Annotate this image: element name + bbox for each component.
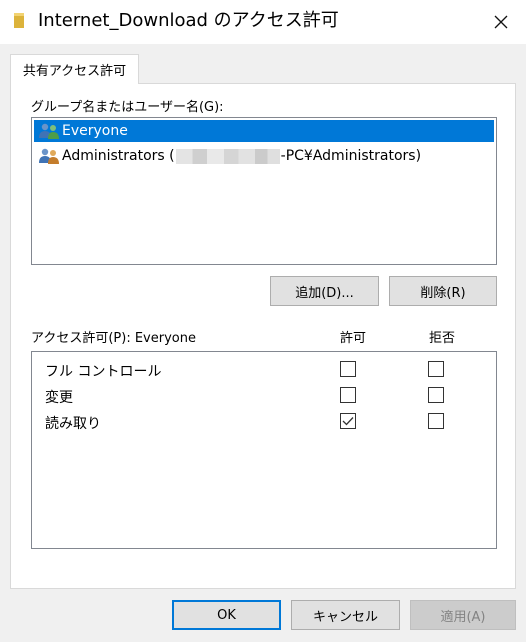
- allow-checkbox-full-control[interactable]: [340, 361, 356, 377]
- close-button[interactable]: [476, 0, 526, 44]
- permissions-panel: グループ名またはユーザー名(G): Everyone Administrator…: [10, 83, 516, 589]
- tab-label: 共有アクセス許可: [22, 64, 127, 79]
- folder-icon: [14, 13, 24, 28]
- title-bar: Internet_Download のアクセス許可: [0, 0, 526, 44]
- deny-checkbox-read[interactable]: [428, 413, 444, 429]
- ok-button[interactable]: OK: [172, 600, 281, 630]
- deny-header: 拒否: [429, 331, 456, 346]
- list-item-suffix: -PC¥Administrators): [280, 148, 422, 164]
- window-title: Internet_Download のアクセス許可: [38, 10, 339, 31]
- allow-checkbox-read[interactable]: [340, 413, 356, 429]
- groups-label: グループ名またはユーザー名(G):: [31, 100, 224, 115]
- check-icon: [342, 417, 354, 426]
- redacted-block: [175, 148, 280, 164]
- close-icon: [494, 15, 508, 29]
- list-item-everyone[interactable]: Everyone: [34, 120, 494, 142]
- tab-share-permissions[interactable]: 共有アクセス許可: [10, 54, 139, 84]
- permission-row-change: 変更: [32, 383, 496, 409]
- add-button[interactable]: 追加(D)...: [270, 276, 379, 306]
- remove-button[interactable]: 削除(R): [389, 276, 497, 306]
- permission-row-full-control: フル コントロール: [32, 357, 496, 383]
- list-item-administrators[interactable]: Administrators ( -PC¥Administrators): [34, 145, 421, 167]
- permission-name: 変更: [45, 390, 73, 406]
- user-group-icon: [39, 148, 59, 164]
- permission-name: 読み取り: [45, 416, 101, 432]
- deny-checkbox-change[interactable]: [428, 387, 444, 403]
- allow-checkbox-change[interactable]: [340, 387, 356, 403]
- list-item-prefix: Administrators (: [62, 148, 175, 164]
- permissions-list: フル コントロール 変更 読み取り: [31, 351, 497, 549]
- permission-row-read: 読み取り: [32, 409, 496, 435]
- user-group-icon: [39, 123, 59, 139]
- deny-checkbox-full-control[interactable]: [428, 361, 444, 377]
- groups-listbox[interactable]: Everyone Administrators ( -PC¥Administra…: [31, 117, 497, 265]
- permission-name: フル コントロール: [45, 364, 162, 380]
- permissions-label: アクセス許可(P): Everyone: [31, 331, 196, 346]
- apply-button[interactable]: 適用(A): [410, 600, 516, 630]
- cancel-button[interactable]: キャンセル: [291, 600, 400, 630]
- list-item-label: Everyone: [62, 123, 128, 139]
- allow-header: 許可: [340, 331, 367, 346]
